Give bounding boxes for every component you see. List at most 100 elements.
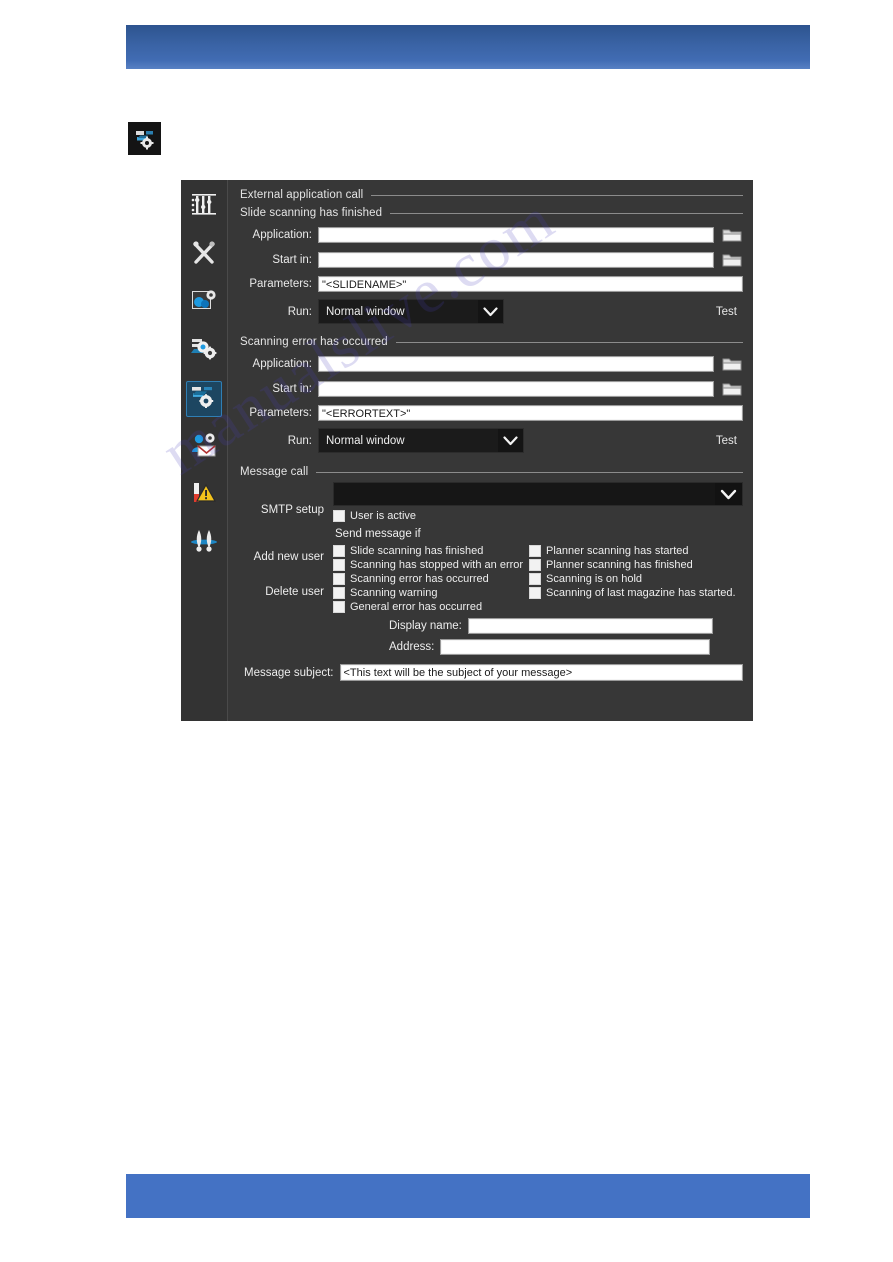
checkbox-planner-scanning-finished[interactable] bbox=[529, 559, 541, 571]
group-title-scanning-error: Scanning error has occurred bbox=[240, 336, 388, 348]
condition-row[interactable]: Scanning error has occurred bbox=[333, 573, 529, 585]
group-header: Scanning error has occurred bbox=[236, 336, 743, 348]
send-message-conditions: Slide scanning has finished Scanning has… bbox=[333, 543, 743, 613]
image-settings-icon bbox=[190, 288, 218, 319]
condition-label: Scanning is on hold bbox=[546, 573, 643, 585]
external-application-gear-icon bbox=[190, 384, 218, 415]
message-subject-label: Message subject: bbox=[244, 666, 334, 679]
browse-application-button[interactable] bbox=[721, 355, 743, 373]
condition-label: Planner scanning has started bbox=[546, 545, 689, 557]
parameters-row: Parameters: "<SLIDENAME>" bbox=[236, 276, 743, 292]
condition-row[interactable]: Planner scanning has started bbox=[529, 545, 736, 557]
application-label: Application: bbox=[252, 358, 312, 370]
condition-label: Scanning warning bbox=[350, 587, 438, 599]
run-label: Run: bbox=[287, 305, 312, 318]
calibration-icon bbox=[190, 528, 218, 559]
start-in-row: Start in: bbox=[236, 380, 743, 398]
add-new-user-button[interactable]: Add new user bbox=[236, 543, 328, 572]
page-footer-bar bbox=[126, 1174, 810, 1218]
condition-row[interactable]: General error has occurred bbox=[333, 601, 529, 613]
smtp-setup-button[interactable]: SMTP setup bbox=[236, 496, 328, 525]
start-in-row: Start in: bbox=[236, 251, 743, 269]
group-title-slide-scanning-finished: Slide scanning has finished bbox=[240, 207, 383, 219]
group-title-message-call: Message call bbox=[240, 466, 309, 478]
delete-user-button[interactable]: Delete user bbox=[236, 578, 328, 607]
checkbox-scanning-on-hold[interactable] bbox=[529, 573, 541, 585]
chevron-down-icon bbox=[498, 429, 523, 452]
chevron-down-icon bbox=[478, 300, 503, 323]
checkbox-scanning-warning[interactable] bbox=[333, 587, 345, 599]
condition-row[interactable]: Slide scanning has finished bbox=[333, 545, 529, 557]
group-rule bbox=[390, 212, 743, 214]
run-mode-select[interactable]: Normal window bbox=[318, 428, 524, 453]
sidebar-item-alerts[interactable] bbox=[186, 477, 222, 513]
slide-scanning-finished-group: Slide scanning has finished Application:… bbox=[236, 207, 743, 324]
external-application-call-dialog: External application call Slide scanning… bbox=[181, 180, 753, 721]
condition-row[interactable]: Scanning has stopped with an error bbox=[333, 559, 529, 571]
display-name-input[interactable] bbox=[467, 618, 713, 634]
run-row: Run: Normal window Test bbox=[236, 428, 743, 453]
message-call-fields: User is active Send message if Slide sca… bbox=[328, 482, 743, 655]
run-label: Run: bbox=[287, 434, 312, 447]
sidebar-item-external-application-call[interactable] bbox=[186, 381, 222, 417]
start-in-input[interactable] bbox=[318, 381, 714, 397]
checkbox-planner-scanning-started[interactable] bbox=[529, 545, 541, 557]
application-input[interactable] bbox=[318, 227, 714, 243]
test-button-scanning-error[interactable]: Test bbox=[716, 435, 743, 447]
sidebar-item-calibration[interactable] bbox=[186, 525, 222, 561]
address-label: Address: bbox=[389, 641, 435, 653]
chevron-down-icon bbox=[715, 483, 742, 505]
user-is-active-row[interactable]: User is active bbox=[333, 510, 743, 522]
send-message-if-label: Send message if bbox=[335, 528, 421, 540]
group-rule bbox=[316, 471, 743, 473]
checkbox-slide-scanning-finished[interactable] bbox=[333, 545, 345, 557]
sliders-settings-icon bbox=[190, 192, 218, 223]
sidebar-item-image-settings[interactable] bbox=[186, 285, 222, 321]
condition-label: Slide scanning has finished bbox=[350, 545, 484, 557]
start-in-label: Start in: bbox=[272, 383, 312, 395]
test-button-slide-scanning[interactable]: Test bbox=[716, 306, 743, 318]
address-input[interactable] bbox=[440, 639, 711, 655]
checkbox-scanning-error-occurred[interactable] bbox=[333, 573, 345, 585]
parameters-input[interactable]: "<SLIDENAME>" bbox=[318, 276, 743, 292]
checkbox-scanning-stopped-error[interactable] bbox=[333, 559, 345, 571]
condition-label: Scanning has stopped with an error bbox=[350, 559, 524, 571]
sidebar-item-preview-settings[interactable] bbox=[186, 333, 222, 369]
smtp-user-select[interactable] bbox=[333, 482, 743, 506]
start-in-input[interactable] bbox=[318, 252, 714, 268]
message-subject-row: Message subject: <This text will be the … bbox=[236, 664, 743, 681]
message-subject-input[interactable]: <This text will be the subject of your m… bbox=[339, 664, 743, 681]
conditions-left-column: Slide scanning has finished Scanning has… bbox=[333, 543, 529, 613]
checkbox-general-error-occurred[interactable] bbox=[333, 601, 345, 613]
group-rule bbox=[371, 194, 743, 196]
sidebar-item-user-messages[interactable] bbox=[186, 429, 222, 465]
condition-row[interactable]: Scanning of last magazine has started. bbox=[529, 587, 736, 599]
message-call-group: Message call SMTP setup Add new user Del… bbox=[236, 466, 743, 681]
checkbox-last-magazine-started[interactable] bbox=[529, 587, 541, 599]
group-rule bbox=[395, 341, 743, 343]
condition-row[interactable]: Scanning warning bbox=[333, 587, 529, 599]
parameters-label: Parameters: bbox=[249, 407, 312, 419]
application-label: Application: bbox=[252, 229, 312, 241]
sidebar-item-controls[interactable] bbox=[186, 189, 222, 225]
application-input[interactable] bbox=[318, 356, 714, 372]
condition-row[interactable]: Planner scanning has finished bbox=[529, 559, 736, 571]
external-application-settings-icon bbox=[128, 122, 161, 155]
page-header-bar bbox=[126, 25, 810, 69]
group-title-external-application-call: External application call bbox=[240, 189, 364, 201]
sidebar-item-maintenance[interactable] bbox=[186, 237, 222, 273]
settings-content-panel: External application call Slide scanning… bbox=[228, 180, 753, 721]
user-is-active-checkbox[interactable] bbox=[333, 510, 345, 522]
external-application-call-group: External application call Slide scanning… bbox=[236, 189, 743, 453]
warning-alert-icon bbox=[190, 480, 218, 511]
tools-wrench-screwdriver-icon bbox=[190, 239, 218, 272]
group-header: External application call bbox=[236, 189, 743, 201]
parameters-input[interactable]: "<ERRORTEXT>" bbox=[318, 405, 743, 421]
run-mode-select[interactable]: Normal window bbox=[318, 299, 504, 324]
browse-start-in-button[interactable] bbox=[721, 251, 743, 269]
address-row: Address: bbox=[333, 639, 743, 655]
condition-label: Scanning error has occurred bbox=[350, 573, 489, 585]
browse-application-button[interactable] bbox=[721, 226, 743, 244]
condition-row[interactable]: Scanning is on hold bbox=[529, 573, 736, 585]
browse-start-in-button[interactable] bbox=[721, 380, 743, 398]
